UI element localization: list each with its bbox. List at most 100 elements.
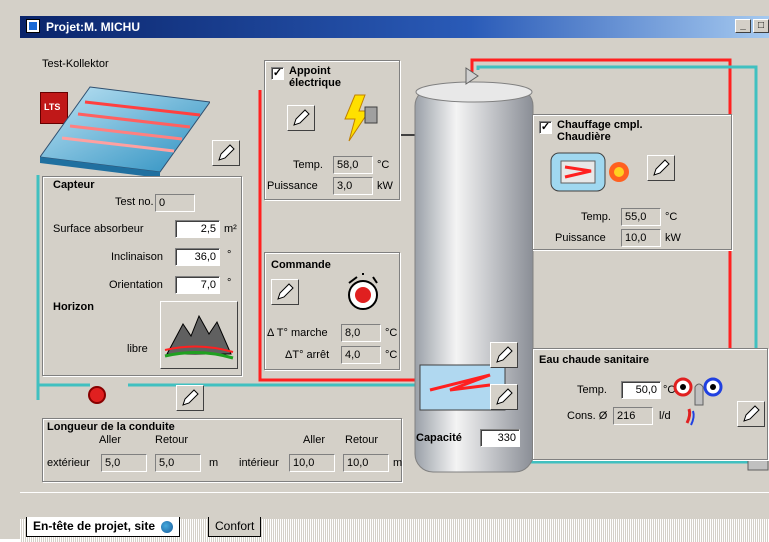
app-icon: [26, 19, 40, 33]
chauffage-title-1: Chauffage cmpl.: [557, 119, 643, 131]
pencil-icon: [743, 405, 760, 422]
ext-unit: m: [209, 457, 219, 469]
ecs-cons-field: 216: [613, 407, 653, 425]
edit-commande-button[interactable]: [271, 279, 299, 305]
ecs-temp-input[interactable]: 50,0: [621, 381, 661, 399]
edit-collector-button[interactable]: [212, 140, 240, 166]
horizon-title: Horizon: [53, 301, 94, 313]
appoint-title-2: électrique: [289, 77, 341, 89]
chauffage-power-field: 10,0: [621, 229, 661, 247]
orientation-unit: °: [227, 277, 232, 289]
chauffage-power-label: Puissance: [555, 232, 606, 244]
marche-unit: °C: [385, 327, 398, 339]
chauffage-temp-field: 55,0: [621, 208, 661, 226]
edit-tank-button[interactable]: [490, 384, 518, 410]
chauffage-checkbox[interactable]: ✓: [539, 121, 552, 134]
tank-top: [415, 81, 533, 103]
ext-retour-field: 5,0: [155, 454, 201, 472]
pump-icon[interactable]: [88, 386, 106, 404]
ecs-cons-unit: l/d: [659, 410, 671, 422]
cold-pipe-left: [36, 383, 90, 400]
int-retour-field: 10,0: [343, 454, 389, 472]
globe-icon: [161, 520, 174, 533]
ext-retour-header: Retour: [155, 434, 189, 446]
int-aller-header: Aller: [303, 434, 326, 446]
test-no-label: Test no.: [115, 196, 154, 208]
appoint-power-label: Puissance: [267, 180, 318, 192]
edit-pipe-button[interactable]: [176, 385, 204, 411]
arret-unit: °C: [385, 349, 398, 361]
appoint-title-1: Appoint: [289, 65, 331, 77]
chauffage-title-2: Chaudière: [557, 131, 611, 143]
tab-projet-label: En-tête de projet, site: [33, 519, 156, 533]
ext-label: extérieur: [47, 457, 90, 469]
maximize-button[interactable]: □: [753, 19, 769, 33]
client-area: Test-Kollektor LTS Capteur Test no. 0 Su…: [20, 40, 769, 542]
capacite-label: Capacité: [416, 432, 462, 444]
tab-projet[interactable]: En-tête de projet, site: [26, 517, 181, 537]
surface-input[interactable]: 2,5: [175, 220, 220, 238]
surface-label: Surface absorbeur: [53, 223, 144, 235]
pencil-icon: [277, 283, 294, 300]
appoint-power-field: 3,0: [333, 177, 373, 195]
collector-surface: [40, 86, 210, 173]
app-window: Projet:M. MICHU _ □ Test-Kollektor LTS C…: [0, 0, 769, 542]
collector-title: Test-Kollektor: [42, 58, 109, 70]
edit-chauffage-button[interactable]: [647, 155, 675, 181]
chauffage-temp-label: Temp.: [581, 211, 611, 223]
edit-tank-exchanger-button[interactable]: [490, 342, 518, 368]
ext-aller-header: Aller: [99, 434, 122, 446]
capteur-group: Capteur Test no. 0 Surface absorbeur 2,5…: [42, 176, 242, 376]
orientation-input[interactable]: 7,0: [175, 276, 220, 294]
int-retour-header: Retour: [345, 434, 379, 446]
electric-icon: [344, 94, 378, 142]
commande-group: Commande Δ T° marche 8,0 °C ΔT° arrêt 4,…: [264, 252, 400, 370]
marche-field: 8,0: [341, 324, 381, 342]
capacite-input[interactable]: 330: [480, 429, 520, 447]
chauffage-power-unit: kW: [665, 232, 681, 244]
tab-confort-label: Confort: [215, 519, 255, 533]
appoint-temp-field: 58,0: [333, 156, 373, 174]
ecs-group: Eau chaude sanitaire Temp. 50,0 °C Cons.…: [532, 348, 768, 460]
edit-ecs-button[interactable]: [737, 401, 765, 427]
horizon-value: libre: [127, 343, 148, 355]
pencil-icon: [496, 388, 513, 405]
appoint-temp-label: Temp.: [293, 159, 323, 171]
conduite-group: Longueur de la conduite Aller Retour ext…: [42, 418, 402, 482]
marche-label: Δ T° marche: [267, 327, 328, 339]
edit-appoint-button[interactable]: [287, 105, 315, 131]
pencil-icon: [218, 144, 235, 161]
mountain-icon: [164, 314, 234, 360]
commande-title: Commande: [271, 259, 331, 271]
int-label: intérieur: [239, 457, 279, 469]
chauffage-group: ✓ Chauffage cmpl. Chaudière Temp. 55,0 °…: [532, 114, 732, 250]
minimize-button[interactable]: _: [735, 19, 751, 33]
ecs-title: Eau chaude sanitaire: [539, 354, 650, 366]
conduite-title: Longueur de la conduite: [47, 421, 175, 433]
pencil-icon: [653, 159, 670, 176]
ext-aller-field: 5,0: [101, 454, 147, 472]
controller-dial-icon: [348, 273, 378, 310]
tab-confort[interactable]: Confort: [208, 517, 262, 537]
appoint-power-unit: kW: [377, 180, 393, 192]
mixing-valve-icon: [673, 377, 723, 426]
surface-unit: m²: [224, 223, 237, 235]
orientation-label: Orientation: [109, 279, 163, 291]
appoint-group: ✓ Appoint électrique Temp. 58,0 °C Puiss…: [264, 60, 400, 200]
title-bar: Projet:M. MICHU _ □: [20, 16, 769, 38]
appoint-checkbox[interactable]: ✓: [271, 67, 284, 80]
inclinaison-input[interactable]: 36,0: [175, 248, 220, 266]
storage-tank: [414, 87, 534, 473]
chauffage-temp-unit: °C: [665, 211, 678, 223]
pencil-icon: [293, 109, 310, 126]
test-no-field: 0: [155, 194, 195, 212]
int-unit: m: [393, 457, 403, 469]
tab-strip: En-tête de projet, site Confort: [20, 492, 769, 542]
boiler-icon: [550, 152, 629, 192]
arret-field: 4,0: [341, 346, 381, 364]
int-aller-field: 10,0: [289, 454, 335, 472]
capteur-title: Capteur: [53, 179, 95, 191]
horizon-button[interactable]: [160, 301, 238, 369]
window-title: Projet:M. MICHU: [46, 20, 140, 34]
collector-panel-image: [40, 86, 210, 177]
